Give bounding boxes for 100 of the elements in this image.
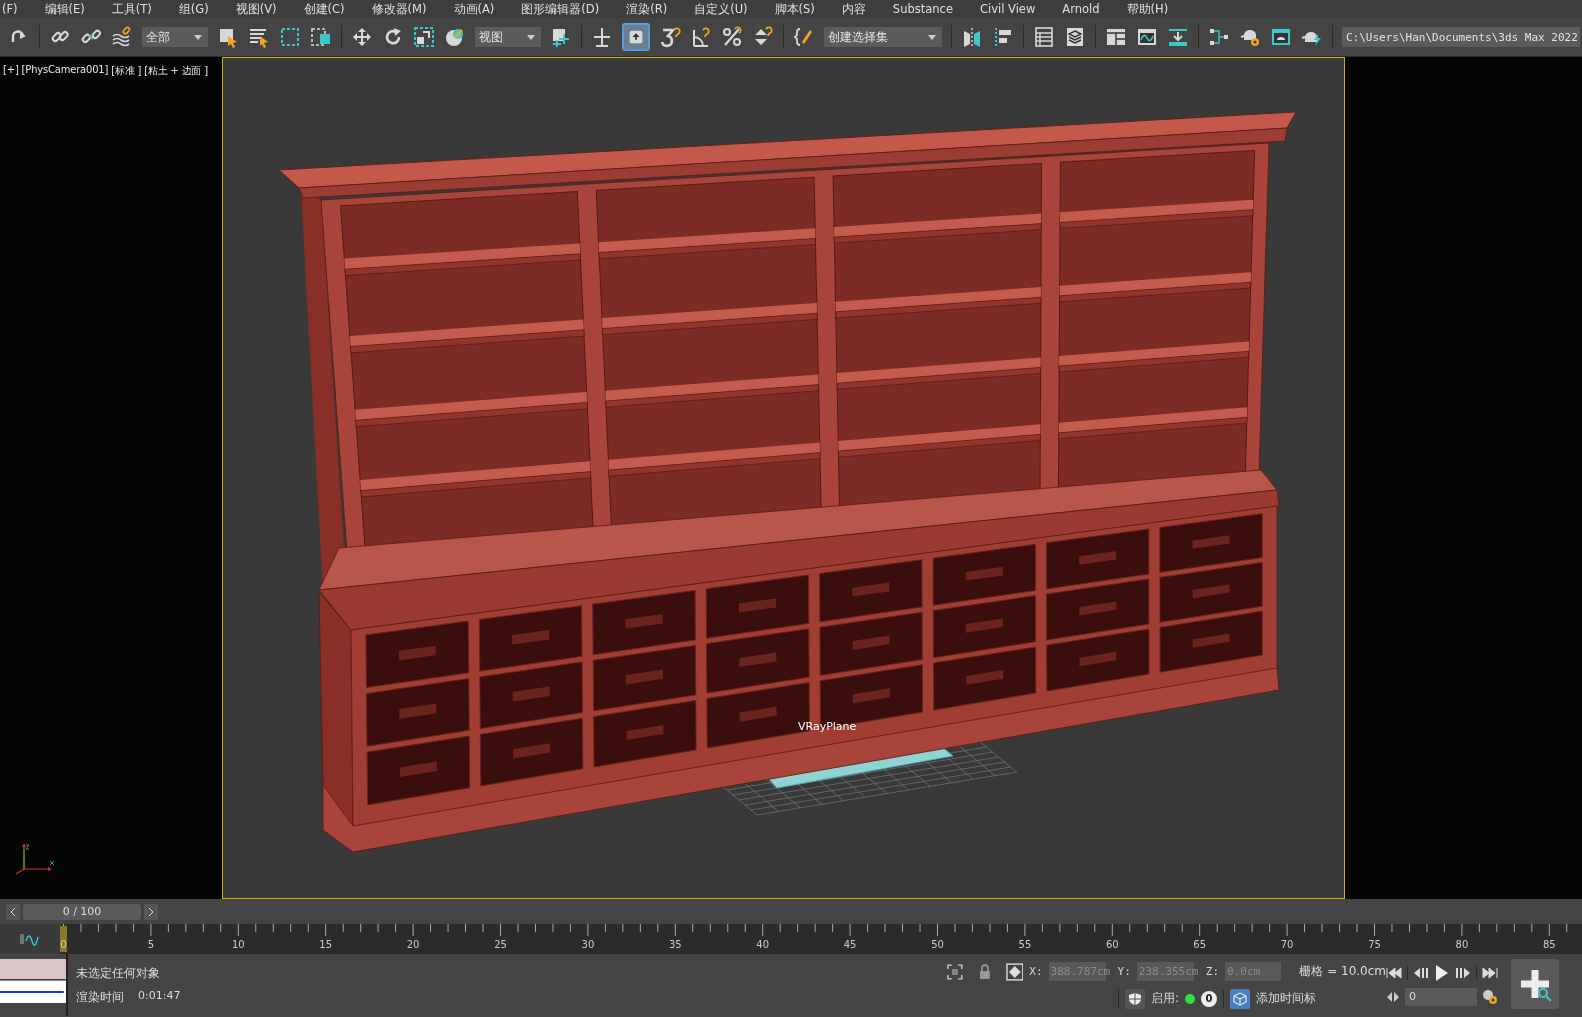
go-to-end-icon[interactable] xyxy=(1482,967,1498,979)
caret-icon xyxy=(527,34,535,40)
time-marker[interactable] xyxy=(60,926,67,952)
menu-item[interactable]: 内容 xyxy=(841,1,866,17)
key-count-badge[interactable]: 0 xyxy=(1201,990,1218,1007)
angle-snap-icon[interactable] xyxy=(690,26,712,48)
viewport-label-menu[interactable]: [标准 ] xyxy=(111,64,142,78)
transform-mode-icon[interactable] xyxy=(1005,962,1024,981)
project-path-dropdown[interactable]: C:\Users\Han\Documents\3ds Max 2022 xyxy=(1342,27,1580,47)
menu-item[interactable]: 渲染(R) xyxy=(626,1,668,17)
menu-item[interactable]: Substance xyxy=(892,2,953,16)
dope-sheet-icon[interactable] xyxy=(1167,26,1189,48)
track-bar[interactable]: 0 5 10 15 20 25 30 35 40 45 50 55 60 65 70 75 80 85 xyxy=(60,924,1582,954)
move-icon[interactable] xyxy=(351,26,373,48)
pivot-icon[interactable] xyxy=(550,26,572,48)
window-crossing-icon[interactable] xyxy=(310,26,332,48)
menu-item[interactable]: Civil View xyxy=(979,2,1036,16)
menu-item[interactable]: (F) xyxy=(2,2,18,16)
menu-item[interactable]: 脚本(S) xyxy=(774,1,815,17)
frame-number: 15 xyxy=(319,939,333,950)
listener-field[interactable] xyxy=(0,959,66,979)
scale-icon[interactable] xyxy=(413,26,435,48)
next-key-icon[interactable] xyxy=(1455,967,1471,979)
edit-named-selection-icon[interactable] xyxy=(793,26,815,48)
layer-icon[interactable] xyxy=(1064,26,1086,48)
schematic-icon[interactable] xyxy=(1208,26,1230,48)
placement-icon[interactable] xyxy=(444,26,466,48)
chevron-left-icon xyxy=(10,906,16,917)
toolbox-icon[interactable] xyxy=(1105,26,1127,48)
curve-editor-icon[interactable] xyxy=(19,931,41,947)
object-label: VRayPlane xyxy=(798,720,857,733)
render-time-label: 渲染时间 xyxy=(76,988,124,1006)
menu-item[interactable]: 图形编辑器(D) xyxy=(521,1,600,17)
viewport[interactable]: VRayPlane xyxy=(222,57,1345,899)
viewport-label-menu[interactable]: [PhysCamera001] xyxy=(21,64,109,78)
frame-number: 25 xyxy=(494,939,507,950)
frame-number: 5 xyxy=(147,939,155,950)
select-by-name-icon[interactable] xyxy=(248,26,270,48)
menu-item[interactable]: 帮助(H) xyxy=(1126,1,1169,17)
output-line-drawing xyxy=(0,991,66,993)
frame-number: 35 xyxy=(668,939,682,950)
named-selection-dropdown[interactable]: 创建选择集 xyxy=(824,27,942,47)
frame-counter[interactable]: 0 / 100 xyxy=(23,903,141,920)
menu-item[interactable]: 编辑(E) xyxy=(44,1,85,17)
caret-icon xyxy=(194,34,202,40)
menu-item[interactable]: Arnold xyxy=(1062,2,1100,16)
menu-item[interactable]: 动画(A) xyxy=(453,1,495,17)
caret-icon xyxy=(928,34,936,40)
selection-filter-dropdown[interactable]: 全部 xyxy=(142,27,208,47)
shield-button[interactable] xyxy=(1125,988,1145,1009)
bind-wave-icon[interactable] xyxy=(111,26,133,48)
percent-snap-icon[interactable] xyxy=(721,26,743,48)
isolate-icon[interactable] xyxy=(946,962,964,981)
grid-size: 栅格 = 10.0cm xyxy=(1299,963,1386,980)
rendered-frame-icon[interactable] xyxy=(1270,26,1292,48)
frame-number: 70 xyxy=(1280,939,1294,950)
create-button[interactable] xyxy=(1511,959,1559,1009)
menu-item[interactable]: 工具(T) xyxy=(111,1,152,17)
frame-number: 65 xyxy=(1193,939,1207,950)
3d-snap-icon[interactable] xyxy=(659,26,681,48)
previous-frame-button[interactable] xyxy=(6,903,20,920)
frame-number: 0 xyxy=(60,939,67,950)
frame-number: 75 xyxy=(1368,939,1381,950)
frame-number: 55 xyxy=(1018,939,1032,950)
add-time-tag-label[interactable]: 添加时间标 xyxy=(1256,990,1317,1007)
curve-editor-icon[interactable] xyxy=(1136,26,1158,48)
menu-item[interactable]: 修改器(M) xyxy=(371,1,427,17)
frame-number: 45 xyxy=(843,939,857,950)
z-label: Z: xyxy=(1205,965,1220,978)
x-label: X: xyxy=(1029,965,1043,978)
manipulate-icon[interactable] xyxy=(591,26,613,48)
axis-tripod-icon xyxy=(14,841,56,875)
next-frame-button[interactable] xyxy=(144,903,158,920)
play-icon[interactable] xyxy=(1434,964,1450,982)
frame-number: 50 xyxy=(931,939,944,950)
key-mode-icon[interactable] xyxy=(1386,991,1400,1003)
align-icon[interactable] xyxy=(992,26,1014,48)
time-config-icon[interactable] xyxy=(1482,989,1498,1005)
frame-number: 80 xyxy=(1455,939,1469,950)
menu-item[interactable]: 创建(C) xyxy=(303,1,345,17)
scene-explorer-icon[interactable] xyxy=(1033,26,1055,48)
reference-coordinate-dropdown[interactable]: 视图 xyxy=(475,27,541,47)
menu-item[interactable]: 自定义(U) xyxy=(694,1,748,17)
previous-key-icon[interactable] xyxy=(1413,967,1429,979)
viewport-label-menu[interactable]: [粘土 + 边面 ] xyxy=(144,64,208,78)
mirror-icon[interactable] xyxy=(961,26,983,48)
menu-item[interactable]: 组(G) xyxy=(178,1,209,17)
time-tag-button[interactable] xyxy=(1230,988,1251,1009)
selection-status: 未选定任何对象 xyxy=(76,964,161,982)
y-label: Y: xyxy=(1117,965,1131,978)
current-frame-field[interactable]: 0 xyxy=(1405,988,1477,1006)
viewport-label-menu[interactable]: [+] xyxy=(3,64,19,78)
rectangle-selection-icon[interactable] xyxy=(279,26,301,48)
enabled-label: 启用: xyxy=(1151,990,1180,1007)
select-icon[interactable] xyxy=(217,26,239,48)
go-to-start-icon[interactable] xyxy=(1386,967,1402,979)
snap-toggle-button[interactable] xyxy=(622,23,650,51)
frame-number: 60 xyxy=(1105,939,1119,950)
menu-item[interactable]: 视图(V) xyxy=(235,1,277,17)
frame-number: 85 xyxy=(1542,939,1556,950)
